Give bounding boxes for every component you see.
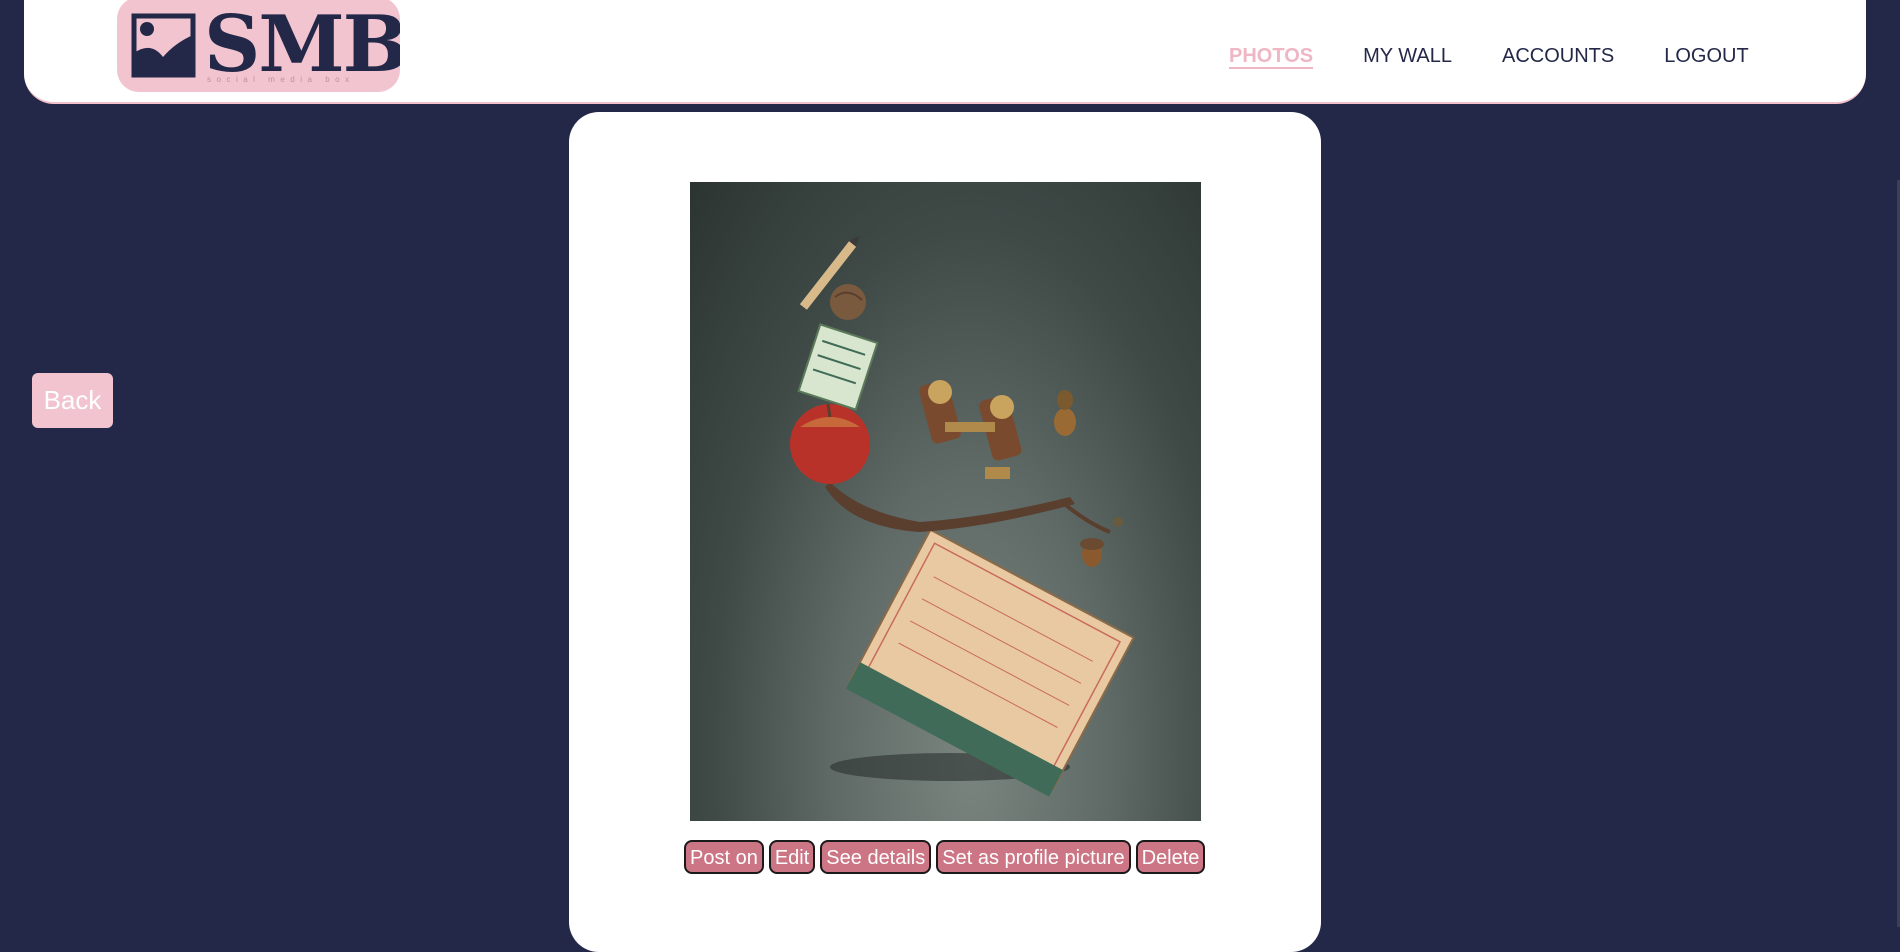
- nav-logout[interactable]: LOGOUT: [1664, 44, 1748, 68]
- image-icon: [131, 13, 196, 78]
- smb-logo[interactable]: SMB social media box: [117, 0, 400, 92]
- back-button[interactable]: Back: [32, 373, 113, 428]
- top-navbar: SMB social media box PHOTOS MY WALL ACCO…: [24, 0, 1866, 104]
- see-details-button[interactable]: See details: [820, 840, 932, 874]
- nav-photos[interactable]: PHOTOS: [1229, 44, 1313, 68]
- nav-accounts[interactable]: ACCOUNTS: [1502, 44, 1614, 68]
- main-nav: PHOTOS MY WALL ACCOUNTS LOGOUT: [1229, 44, 1799, 68]
- photo-image: [690, 182, 1201, 821]
- delete-button[interactable]: Delete: [1135, 840, 1206, 874]
- photo-card: Post on Edit See details Set as profile …: [569, 112, 1321, 952]
- post-on-button[interactable]: Post on: [684, 840, 764, 874]
- set-profile-picture-button[interactable]: Set as profile picture: [936, 840, 1131, 874]
- photo-illustration: [790, 236, 1135, 797]
- logo-tagline: social media box: [207, 75, 355, 84]
- edit-button[interactable]: Edit: [768, 840, 816, 874]
- nav-my-wall[interactable]: MY WALL: [1363, 44, 1452, 68]
- photo-actions: Post on Edit See details Set as profile …: [684, 840, 1206, 874]
